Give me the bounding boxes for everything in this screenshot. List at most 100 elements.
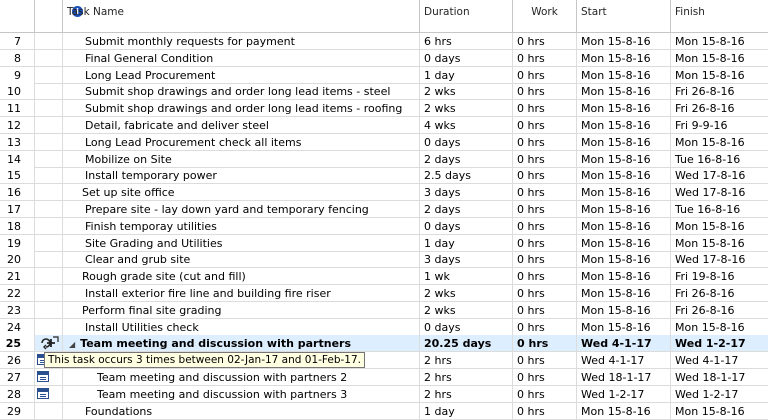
work-cell[interactable]: 0 hrs — [513, 217, 577, 234]
table-row[interactable]: 13 Long Lead Procurement check all items 0… — [0, 133, 768, 151]
row-number[interactable]: 8 — [0, 49, 35, 66]
work-cell[interactable]: 0 hrs — [513, 251, 577, 268]
header-start[interactable]: Start — [577, 0, 671, 32]
header-duration[interactable]: Duration — [420, 0, 513, 32]
task-name-cell[interactable]: Rough grade site (cut and fill) — [63, 268, 420, 285]
finish-cell[interactable]: Mon 15-8-16 — [671, 67, 768, 83]
indicator-cell[interactable] — [35, 318, 63, 335]
indicator-cell[interactable] — [35, 335, 63, 352]
work-cell[interactable]: 0 hrs — [513, 352, 577, 369]
duration-cell[interactable]: 1 day — [420, 234, 513, 251]
start-cell[interactable]: Mon 15-8-16 — [577, 100, 671, 117]
duration-cell[interactable]: 6 hrs — [420, 33, 513, 49]
work-cell[interactable]: 0 hrs — [513, 201, 577, 217]
row-number[interactable]: 16 — [0, 184, 35, 201]
duration-cell[interactable]: 1 day — [420, 402, 513, 419]
indicator-cell[interactable] — [35, 201, 63, 217]
work-cell[interactable]: 0 hrs — [513, 301, 577, 318]
finish-cell[interactable]: Mon 15-8-16 — [671, 218, 768, 234]
work-cell[interactable]: 0 hrs — [513, 49, 577, 66]
start-cell[interactable]: Mon 15-8-16 — [577, 33, 671, 49]
indicator-cell[interactable] — [35, 133, 63, 150]
indicator-cell[interactable] — [35, 369, 63, 385]
header-finish[interactable]: Finish — [671, 0, 768, 32]
row-number[interactable]: 22 — [0, 285, 35, 301]
row-number[interactable]: 14 — [0, 150, 35, 167]
finish-cell[interactable]: Wed 4-1-17 — [671, 352, 768, 368]
finish-cell[interactable]: Mon 15-8-16 — [671, 403, 768, 419]
finish-cell[interactable]: Mon 15-8-16 — [671, 235, 768, 251]
work-cell[interactable]: 0 hrs — [513, 285, 577, 301]
task-name-cell[interactable]: Set up site office — [63, 184, 420, 201]
table-row[interactable]: 8 Final General Condition 0 days 0 hrs Mon 1… — [0, 49, 768, 67]
indicator-cell[interactable] — [35, 49, 63, 66]
table-row[interactable]: 11 Submit shop drawings and order long le… — [0, 100, 768, 118]
indicator-cell[interactable] — [35, 285, 63, 301]
finish-cell[interactable]: Wed 17-8-16 — [671, 167, 768, 183]
duration-cell[interactable]: 2 wks — [420, 100, 513, 117]
row-number[interactable]: 9 — [0, 66, 35, 83]
table-row[interactable]: 15 Install temporary power 2.5 days 0 hrs Mo… — [0, 167, 768, 185]
finish-cell[interactable]: Fri 26-8-16 — [671, 302, 768, 318]
start-cell[interactable]: Wed 4-1-17 — [577, 352, 671, 369]
row-number[interactable]: 29 — [0, 402, 35, 419]
finish-cell[interactable]: Mon 15-8-16 — [671, 319, 768, 335]
header-work[interactable]: Work — [513, 0, 577, 32]
work-cell[interactable]: 0 hrs — [513, 133, 577, 150]
work-cell[interactable]: 0 hrs — [513, 33, 577, 49]
finish-cell[interactable]: Mon 15-8-16 — [671, 50, 768, 66]
finish-cell[interactable]: Fri 9-9-16 — [671, 117, 768, 133]
table-row[interactable]: 7 Submit monthly requests for payment 6 hr… — [0, 33, 768, 50]
work-cell[interactable]: 0 hrs — [513, 234, 577, 251]
work-cell[interactable]: 0 hrs — [513, 268, 577, 285]
start-cell[interactable]: Wed 18-1-17 — [577, 369, 671, 385]
task-name-cell[interactable]: Install temporary power — [63, 167, 420, 184]
row-number[interactable]: 26 — [0, 352, 35, 369]
table-row[interactable]: 29 Foundations 1 day 0 hrs Mon 15-8-16 Mon 15… — [0, 402, 768, 420]
duration-cell[interactable]: 3 days — [420, 251, 513, 268]
start-cell[interactable]: Mon 15-8-16 — [577, 268, 671, 285]
task-name-cell[interactable]: Team meeting and discussion with partner… — [63, 369, 420, 385]
work-cell[interactable]: 0 hrs — [513, 335, 577, 352]
work-cell[interactable]: 0 hrs — [513, 100, 577, 117]
finish-cell[interactable]: Mon 15-8-16 — [671, 134, 768, 150]
start-cell[interactable]: Mon 15-8-16 — [577, 234, 671, 251]
work-cell[interactable]: 0 hrs — [513, 66, 577, 83]
row-number[interactable]: 23 — [0, 301, 35, 318]
table-row[interactable]: 28 Team meeting and discussion with partn… — [0, 385, 768, 403]
start-cell[interactable]: Mon 15-8-16 — [577, 285, 671, 301]
row-number[interactable]: 12 — [0, 117, 35, 133]
duration-cell[interactable]: 2 hrs — [420, 352, 513, 369]
table-row[interactable]: 16 Set up site office 3 days 0 hrs Mon 15-8-… — [0, 184, 768, 202]
table-row[interactable]: 19 Site Grading and Utilities 1 day 0 hrs Mo… — [0, 234, 768, 252]
task-name-cell[interactable]: Foundations — [63, 402, 420, 419]
task-name-cell[interactable]: Finish temporay utilities — [63, 217, 420, 234]
table-row[interactable]: 25 ◢ Team meeting and discussion with part… — [0, 335, 768, 353]
table-row[interactable]: 17 Prepare site - lay down yard and tempo… — [0, 201, 768, 218]
task-name-cell[interactable]: Site Grading and Utilities — [63, 234, 420, 251]
row-number[interactable]: 11 — [0, 100, 35, 117]
duration-cell[interactable]: 2 days — [420, 150, 513, 167]
table-row[interactable]: 27 Team meeting and discussion with partn… — [0, 369, 768, 386]
row-number[interactable]: 25 — [0, 335, 35, 352]
table-row[interactable]: 22 Install exterior fire line and buildin… — [0, 285, 768, 302]
start-cell[interactable]: Wed 4-1-17 — [577, 335, 671, 352]
header-row-number[interactable] — [0, 0, 35, 32]
row-number[interactable]: 19 — [0, 234, 35, 251]
start-cell[interactable]: Mon 15-8-16 — [577, 49, 671, 66]
work-cell[interactable]: 0 hrs — [513, 318, 577, 335]
start-cell[interactable]: Mon 15-8-16 — [577, 402, 671, 419]
work-cell[interactable]: 0 hrs — [513, 150, 577, 167]
duration-cell[interactable]: 0 days — [420, 49, 513, 66]
finish-cell[interactable]: Fri 26-8-16 — [671, 100, 768, 116]
start-cell[interactable]: Mon 15-8-16 — [577, 217, 671, 234]
duration-cell[interactable]: 2 wks — [420, 285, 513, 301]
start-cell[interactable]: Mon 15-8-16 — [577, 117, 671, 133]
task-name-cell[interactable]: Install exterior fire line and building … — [63, 285, 420, 301]
finish-cell[interactable]: Fri 26-8-16 — [671, 285, 768, 301]
row-number[interactable]: 28 — [0, 385, 35, 402]
table-row[interactable]: 12 Detail, fabricate and deliver steel 4 w… — [0, 117, 768, 134]
finish-cell[interactable]: Wed 1-2-17 — [671, 386, 768, 402]
row-number[interactable]: 20 — [0, 251, 35, 268]
start-cell[interactable]: Mon 15-8-16 — [577, 301, 671, 318]
